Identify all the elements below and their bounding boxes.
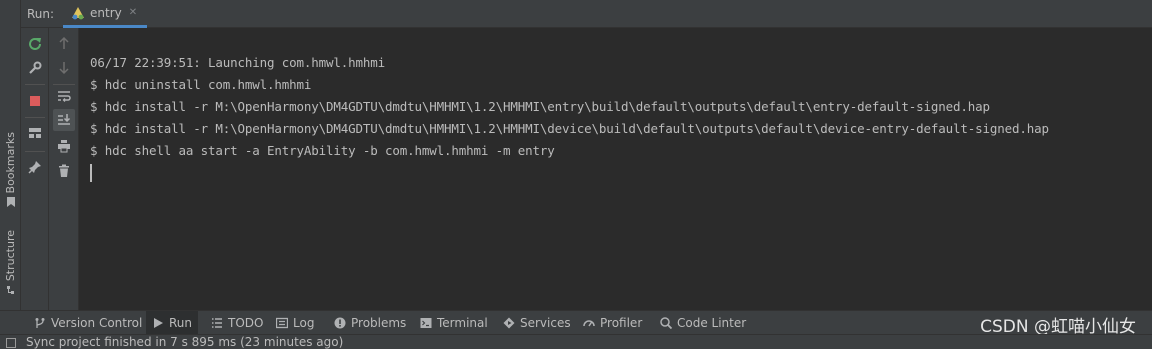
run-tool-window-header: Run: entry ✕ [21, 0, 1152, 28]
close-icon[interactable]: ✕ [129, 7, 137, 18]
console-line: $ hdc install -r M:\OpenHarmony\DM4GDTU\… [90, 121, 1049, 136]
tab-problems[interactable]: Problems [328, 311, 412, 335]
up-arrow-icon [59, 36, 69, 49]
tab-profiler[interactable]: Profiler [577, 311, 648, 335]
soft-wrap-button[interactable] [53, 85, 75, 107]
linter-icon [660, 317, 672, 329]
services-icon [503, 317, 515, 329]
status-bar: Sync project finished in 7 s 895 ms (23 … [0, 334, 1152, 349]
tab-version-control[interactable]: Version Control [28, 311, 148, 335]
structure-icon [6, 286, 14, 295]
tab-label: Terminal [437, 316, 488, 330]
print-button[interactable] [53, 135, 75, 157]
bookmark-icon [6, 197, 15, 208]
terminal-icon [420, 318, 432, 328]
status-message[interactable]: Sync project finished in 7 s 895 ms (23 … [26, 335, 343, 349]
pin-icon [28, 161, 41, 174]
down-arrow-icon [59, 62, 69, 75]
next-occurrence-button[interactable] [53, 57, 75, 79]
run-toolbar-secondary [49, 28, 79, 310]
tab-run[interactable]: Run [146, 311, 199, 335]
print-icon [58, 140, 70, 153]
tab-label: Problems [351, 316, 407, 330]
run-label: Run: [27, 7, 55, 21]
play-icon [154, 318, 163, 328]
run-tab-entry[interactable]: entry ✕ [63, 0, 147, 28]
gauge-icon [583, 320, 595, 327]
previous-occurrence-button[interactable] [53, 32, 75, 54]
toolbar-separator [25, 117, 45, 118]
console-line: $ hdc uninstall com.hmwl.hmhmi [90, 77, 312, 92]
toolbar-separator [25, 151, 45, 152]
tab-terminal[interactable]: Terminal [414, 311, 494, 335]
run-tab-title: entry [90, 5, 122, 20]
console-line: $ hdc install -r M:\OpenHarmony\DM4GDTU\… [90, 99, 990, 114]
layout-button[interactable] [24, 122, 46, 144]
scroll-to-end-icon [58, 114, 71, 125]
warning-circle-icon [334, 317, 346, 329]
console-output[interactable]: 06/17 22:39:51: Launching com.hmwl.hmhmi… [80, 28, 1152, 310]
soft-wrap-icon [58, 91, 71, 102]
clear-all-button[interactable] [53, 160, 75, 182]
tab-label: Log [293, 316, 315, 330]
branch-icon [35, 318, 45, 328]
tab-label: Services [520, 316, 571, 330]
rerun-button[interactable] [24, 32, 46, 54]
tab-todo[interactable]: TODO [205, 311, 269, 335]
console-line: $ hdc shell aa start -a EntryAbility -b … [90, 143, 555, 158]
pin-tab-button[interactable] [24, 156, 46, 178]
left-tool-stripe: Bookmarks Structure [0, 0, 21, 310]
trash-icon [59, 164, 69, 177]
status-toggle-icon[interactable] [6, 338, 16, 348]
tab-label: Profiler [600, 316, 643, 330]
toolbar-separator [25, 84, 45, 85]
scroll-to-end-button[interactable] [53, 109, 75, 131]
settings-button[interactable] [24, 57, 46, 79]
bookmarks-side-tab[interactable]: Bookmarks [0, 132, 21, 208]
tab-label: Code Linter [677, 316, 747, 330]
structure-label: Structure [4, 230, 17, 282]
tab-services[interactable]: Services [497, 311, 577, 335]
structure-side-tab[interactable]: Structure [0, 230, 21, 295]
log-icon [276, 317, 288, 329]
layout-icon [29, 128, 41, 138]
tab-label: Version Control [51, 316, 143, 330]
stop-button[interactable] [24, 90, 46, 112]
bookmarks-label: Bookmarks [4, 132, 17, 194]
tab-label: Run [169, 316, 193, 330]
text-caret [90, 164, 92, 182]
tab-code-linter[interactable]: Code Linter [654, 311, 752, 335]
run-toolbar-primary [21, 28, 49, 310]
stop-icon [30, 96, 40, 106]
rerun-icon [29, 38, 41, 50]
harmony-triangle-icon [72, 6, 84, 19]
console-line: 06/17 22:39:51: Launching com.hmwl.hmhmi [90, 55, 386, 70]
list-icon [212, 318, 222, 328]
wrench-icon [29, 61, 42, 74]
tab-log[interactable]: Log [270, 311, 320, 335]
tab-label: TODO [228, 316, 264, 330]
